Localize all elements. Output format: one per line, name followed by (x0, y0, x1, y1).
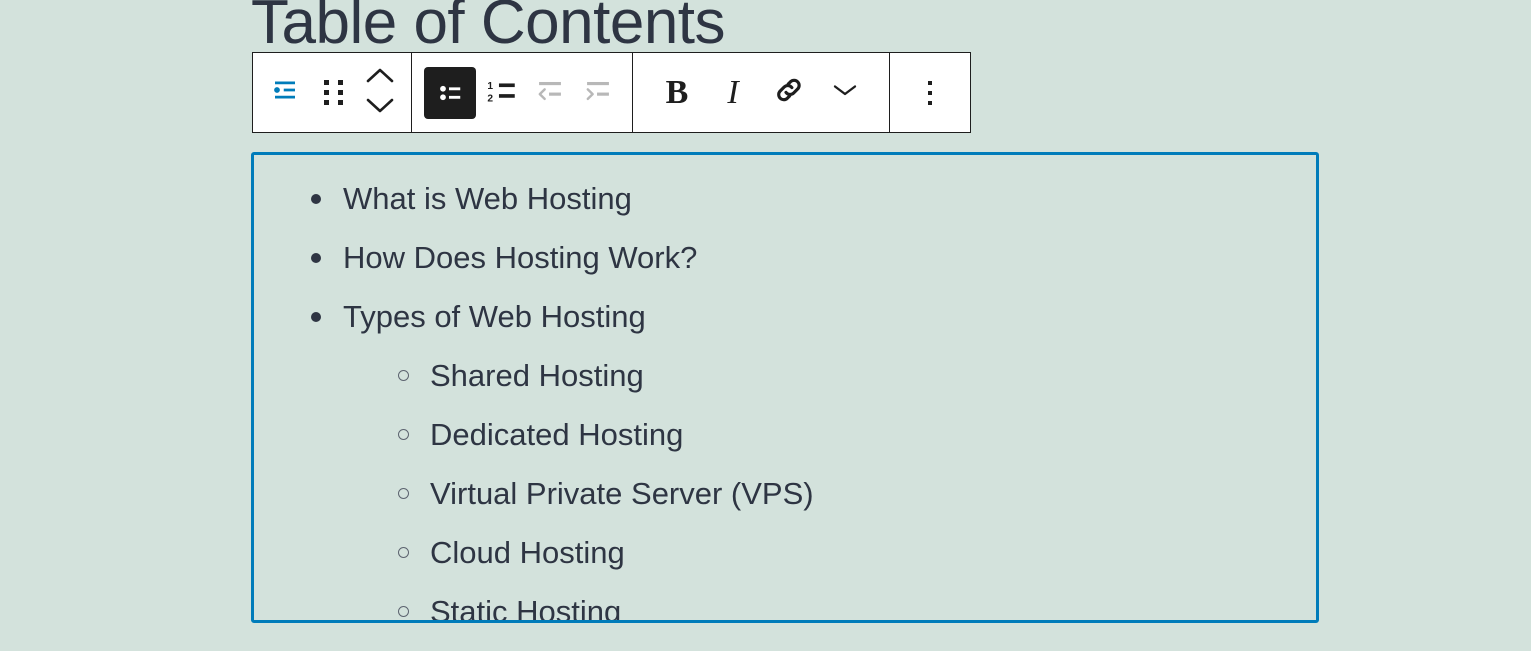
list-item[interactable]: Virtual Private Server (VPS) (254, 464, 1316, 523)
bold-icon: B (665, 73, 689, 111)
list-item-label: Static Hosting (430, 594, 622, 623)
toolbar-group-block (253, 53, 411, 132)
list-item[interactable]: How Does Hosting Work? (254, 228, 1316, 287)
block-movers (357, 53, 403, 132)
outdent-button[interactable] (526, 53, 574, 132)
toolbar-group-format: B I (632, 53, 889, 132)
link-button[interactable] (761, 53, 817, 132)
nested-list: Shared Hosting Dedicated Hosting Virtual… (254, 346, 1316, 623)
link-icon (771, 72, 807, 113)
italic-icon: I (727, 73, 739, 111)
bold-button[interactable]: B (649, 53, 705, 132)
more-formats-button[interactable] (817, 53, 873, 132)
bullet-icon (311, 311, 321, 322)
list-item-label: How Does Hosting Work? (343, 240, 698, 275)
unordered-list-button[interactable] (422, 53, 478, 132)
ordered-list-button[interactable]: 1 2 (478, 53, 526, 132)
table-of-contents-list: What is Web Hosting How Does Hosting Wor… (254, 169, 1316, 623)
bullet-icon (311, 193, 321, 204)
page-title[interactable]: Table of Contents (251, 0, 726, 58)
drag-handle-button[interactable] (309, 53, 357, 132)
list-item[interactable]: Types of Web Hosting (254, 287, 1316, 346)
list-item-label: Dedicated Hosting (430, 417, 684, 452)
selected-list-block[interactable]: What is Web Hosting How Does Hosting Wor… (251, 152, 1319, 623)
unordered-list-icon (424, 66, 476, 119)
list-item-label: Virtual Private Server (VPS) (430, 476, 814, 511)
list-item[interactable]: Static Hosting (254, 582, 1316, 623)
italic-button[interactable]: I (705, 53, 761, 132)
options-button[interactable] (902, 53, 958, 132)
list-item[interactable]: Cloud Hosting (254, 523, 1316, 582)
list-item-label: What is Web Hosting (343, 181, 632, 216)
chevron-down-icon (365, 96, 395, 120)
chevron-down-icon (831, 81, 859, 104)
block-toolbar: 1 2 B I (252, 52, 971, 133)
toolbar-group-options (889, 53, 970, 132)
bullet-icon (311, 252, 321, 263)
list-item[interactable]: Shared Hosting (254, 346, 1316, 405)
hollow-bullet-icon (398, 605, 409, 617)
list-item-label: Shared Hosting (430, 358, 644, 393)
indent-icon (581, 75, 615, 110)
drag-handle-icon (323, 80, 343, 105)
ordered-marker-1-text: 1 (487, 81, 493, 92)
block-type-button[interactable] (261, 53, 309, 132)
list-item[interactable]: What is Web Hosting (254, 169, 1316, 228)
hollow-bullet-icon (398, 369, 409, 381)
toolbar-group-lists: 1 2 (411, 53, 632, 132)
move-down-button[interactable] (358, 97, 402, 119)
chevron-up-icon (365, 66, 395, 90)
ordered-marker-2-text: 2 (487, 93, 493, 104)
hollow-bullet-icon (398, 487, 409, 499)
hollow-bullet-icon (398, 546, 409, 558)
move-up-button[interactable] (358, 67, 402, 89)
list-block-icon (270, 75, 300, 110)
indent-button[interactable] (574, 53, 622, 132)
list-item[interactable]: Dedicated Hosting (254, 405, 1316, 464)
ordered-list-icon: 1 2 (485, 75, 519, 110)
list-item-label: Cloud Hosting (430, 535, 625, 570)
outdent-icon (533, 75, 567, 110)
more-vertical-icon (928, 80, 932, 105)
list-item-label: Types of Web Hosting (343, 299, 646, 334)
hollow-bullet-icon (398, 428, 409, 440)
